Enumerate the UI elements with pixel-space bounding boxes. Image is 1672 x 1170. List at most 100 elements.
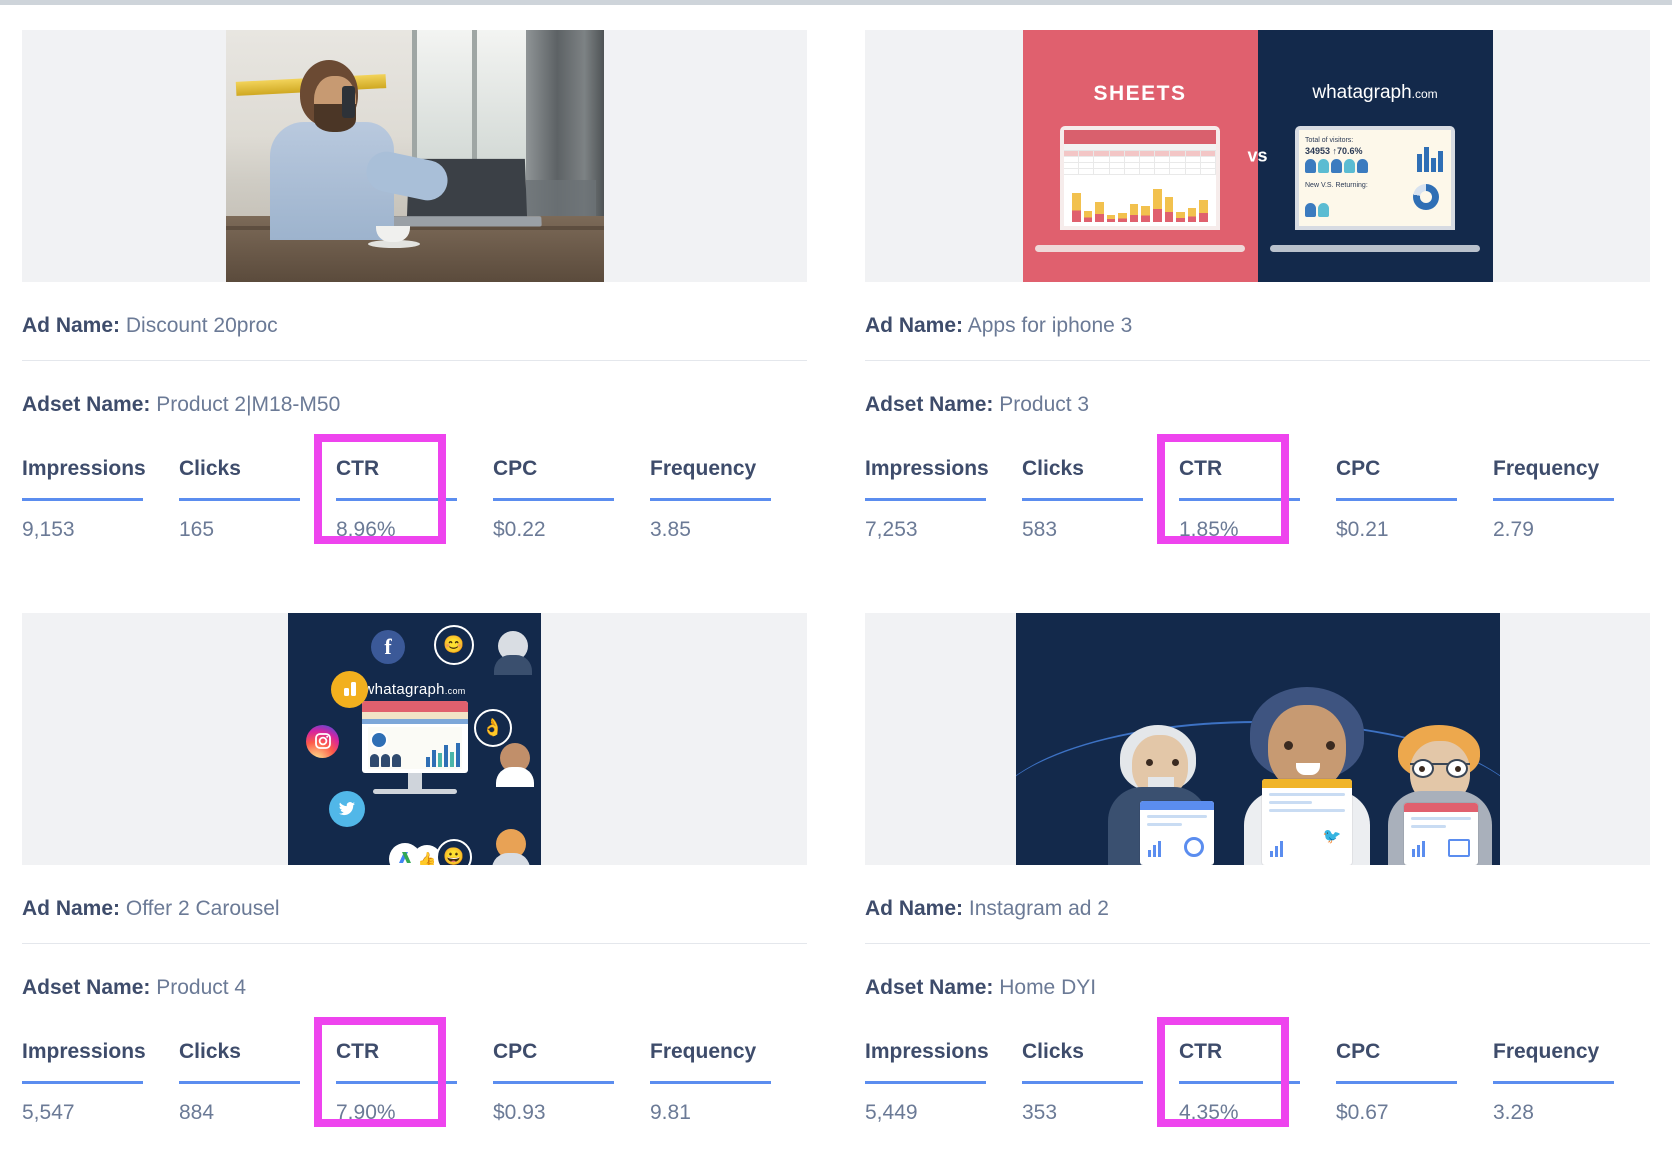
ad-card[interactable]: Ad Name: Discount 20proc Adset Name: Pro… [22, 5, 807, 588]
metric-frequency: Frequency 2.79 [1493, 458, 1650, 540]
avatar-young-man [492, 828, 530, 865]
metric-header: CPC [1336, 1039, 1381, 1063]
metric-value: 3.85 [650, 518, 691, 541]
metric-value: 5,449 [865, 1100, 918, 1124]
metrics-row: Impressions 5,449 Clicks 353 CTR 4.35% C… [865, 1016, 1650, 1127]
creative-vs-label: vs [1247, 145, 1268, 166]
adset-name-value: Product 3 [999, 393, 1090, 416]
metric-ctr: CTR 4.35% [1157, 1016, 1336, 1127]
avatar-elder [494, 630, 532, 675]
metric-impressions: Impressions 5,547 [22, 1041, 179, 1123]
metric-impressions: Impressions 5,449 [865, 1041, 1022, 1123]
adset-name-label: Adset Name: [22, 975, 151, 999]
adset-name-row: Adset Name: Product 3 [865, 361, 1650, 415]
adset-name-value: Home DYI [999, 975, 1097, 999]
metric-underline [1179, 1080, 1300, 1084]
metric-value: 7,253 [865, 518, 918, 541]
emoji-bubble-smile: 😊 [434, 624, 474, 665]
adset-name-row: Adset Name: Home DYI [865, 944, 1650, 998]
ad-card[interactable]: SHEETS whatagraph.com Total of visitors:… [865, 5, 1650, 588]
avatar-woman [496, 742, 534, 787]
metric-header: Clicks [1022, 457, 1084, 480]
creative-brand: whatagraph [363, 680, 445, 698]
ad-creative-man-at-desk-photo [22, 30, 807, 282]
metric-underline [1493, 1080, 1614, 1084]
metric-clicks: Clicks 884 [179, 1041, 336, 1123]
metric-header: Clicks [179, 457, 241, 480]
metric-header: Frequency [650, 457, 757, 480]
metric-value: 3.28 [1493, 1100, 1534, 1124]
creative-dash-line1: Total of visitors: [1305, 137, 1354, 144]
metric-underline [1022, 498, 1143, 501]
metric-frequency: Frequency 3.85 [650, 458, 807, 540]
creative-brand: whatagraph [1312, 82, 1412, 103]
metric-header: CPC [493, 457, 538, 480]
metric-cpc: CPC $0.21 [1336, 458, 1493, 540]
metric-value: 583 [1022, 518, 1058, 541]
ad-name-value: Offer 2 Carousel [125, 896, 280, 920]
ad-card[interactable]: whatagraph.com f 👍 😊 👌 😀 Ad Name: Offer … [22, 588, 807, 1170]
metric-underline [650, 1080, 771, 1084]
adset-name-value: Product 2|M18-M50 [156, 393, 341, 416]
facebook-icon: f [371, 629, 405, 664]
ad-name-row: Ad Name: Offer 2 Carousel [22, 865, 807, 919]
metric-value: $0.67 [1336, 1100, 1389, 1124]
metric-cpc: CPC $0.22 [493, 458, 650, 540]
metric-underline [22, 498, 143, 501]
metric-value: 9,153 [22, 518, 75, 541]
metric-underline [336, 498, 457, 501]
ad-name-row: Ad Name: Instagram ad 2 [865, 865, 1650, 919]
ad-name-value: Apps for iphone 3 [967, 314, 1133, 337]
metric-value: 8.96% [336, 518, 396, 541]
metric-clicks: Clicks 583 [1022, 458, 1179, 540]
ad-card[interactable]: 🐦 Ad Name: Instagram ad 2 Adset Name: Ho… [865, 588, 1650, 1170]
adset-name-label: Adset Name: [865, 393, 994, 416]
adset-name-label: Adset Name: [865, 975, 994, 999]
metric-underline [1179, 498, 1300, 501]
metric-header: Frequency [650, 1039, 757, 1063]
creative-brand-suffix: .com [444, 685, 466, 696]
metric-value: 2.79 [1493, 518, 1534, 541]
metric-cpc: CPC $0.67 [1336, 1041, 1493, 1123]
adset-name-value: Product 4 [156, 975, 247, 999]
metric-value: 9.81 [650, 1100, 691, 1124]
metric-header: CTR [336, 1039, 380, 1063]
metric-header: Frequency [1493, 457, 1600, 480]
ad-name-value: Instagram ad 2 [968, 896, 1109, 920]
ad-name-row: Ad Name: Apps for iphone 3 [865, 282, 1650, 336]
metric-header: Frequency [1493, 1039, 1600, 1063]
metric-header: Clicks [179, 1039, 241, 1063]
emoji-bubble-extra: 😀 [436, 838, 472, 865]
google-analytics-icon [331, 670, 368, 708]
metric-value: 5,547 [22, 1100, 75, 1124]
report-card-right [1403, 802, 1478, 865]
metric-underline [179, 1080, 300, 1084]
metric-header: Impressions [865, 457, 989, 480]
ad-creative-three-people-reports: 🐦 [865, 612, 1650, 865]
adset-name-row: Adset Name: Product 2|M18-M50 [22, 361, 807, 415]
metric-value: 353 [1022, 1100, 1058, 1124]
metric-clicks: Clicks 165 [179, 458, 336, 540]
metric-underline [336, 1080, 457, 1084]
metric-underline [1336, 498, 1457, 501]
metric-underline [865, 498, 986, 501]
metric-underline [493, 1080, 614, 1084]
creative-right-title: whatagraph.com [1258, 82, 1493, 104]
metric-impressions: Impressions 9,153 [22, 458, 179, 540]
metric-value: 1.85% [1179, 518, 1239, 541]
metric-ctr: CTR 1.85% [1157, 434, 1336, 544]
metric-header: CTR [1179, 1039, 1223, 1063]
instagram-icon [306, 724, 339, 758]
metric-header: CTR [1179, 457, 1223, 480]
creative-brand-suffix: .com [1411, 87, 1438, 101]
metric-value: 7.90% [336, 1100, 396, 1124]
creative-brand-label: whatagraph.com [288, 681, 541, 698]
metric-value: 4.35% [1179, 1100, 1239, 1124]
metric-header: Clicks [1022, 1039, 1084, 1063]
metric-header: Impressions [865, 1039, 989, 1063]
metric-underline [1336, 1080, 1457, 1084]
ad-creative-sheets-vs-whatagraph: SHEETS whatagraph.com Total of visitors:… [865, 30, 1650, 282]
metric-value: $0.93 [493, 1100, 546, 1124]
metric-frequency: Frequency 3.28 [1493, 1041, 1650, 1123]
metric-header: CPC [1336, 457, 1381, 480]
